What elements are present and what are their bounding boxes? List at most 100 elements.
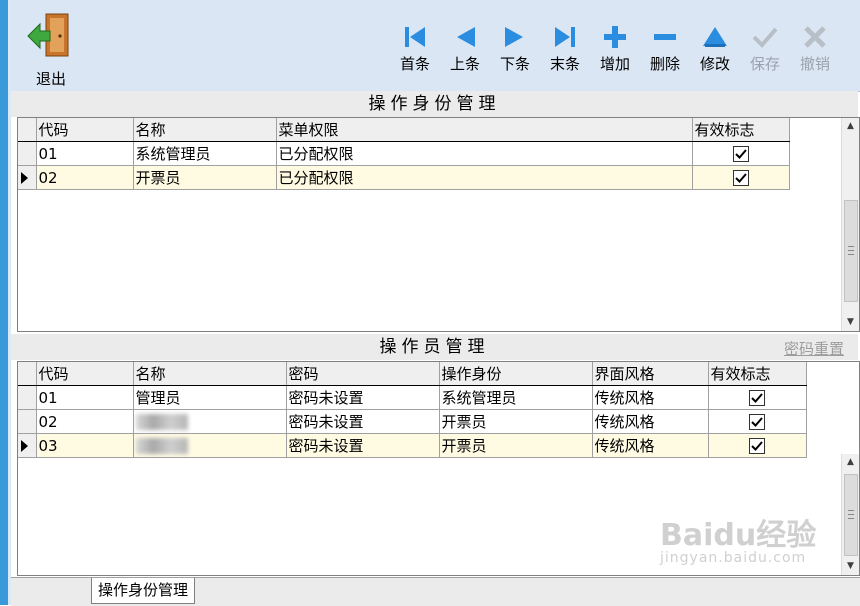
watermark-subtext: jingyan.baidu.com <box>660 550 807 566</box>
tab-role-management[interactable]: 操作身份管理 <box>91 578 196 604</box>
redacted-name <box>135 414 188 430</box>
next-record-icon <box>491 24 539 50</box>
col-header-role[interactable]: 操作身份 <box>439 362 593 386</box>
cell-ui-style[interactable]: 传统风格 <box>592 433 709 458</box>
operators-panel-title: 操作员管理 <box>11 334 858 360</box>
valid-checkbox-cell <box>708 409 807 434</box>
checkmark-icon <box>734 173 747 183</box>
cell-password[interactable]: 密码未设置 <box>286 385 440 410</box>
table-row[interactable]: 03 密码未设置 开票员 传统风格 <box>18 433 807 458</box>
table-row[interactable]: 01 系统管理员 已分配权限 <box>18 141 790 166</box>
cell-name[interactable]: 系统管理员 <box>133 141 277 166</box>
exit-button[interactable]: 退出 <box>26 12 76 89</box>
app-window: 退出 首条 上条 下条 末条 增加 删除 修改 保存 撤销 操作身份管理 代码 名称 菜单权限 … <box>0 0 860 606</box>
col-header-password[interactable]: 密码 <box>286 362 440 386</box>
scroll-up-icon[interactable]: ▲ <box>842 454 859 471</box>
valid-checkbox[interactable] <box>732 146 749 162</box>
table-row[interactable]: 02 密码未设置 开票员 传统风格 <box>18 409 807 434</box>
cell-ui-style[interactable]: 传统风格 <box>592 385 709 410</box>
current-row-arrow-icon <box>21 172 28 184</box>
valid-checkbox-cell <box>708 385 807 410</box>
add-button[interactable]: 增加 <box>591 24 639 74</box>
add-icon <box>591 24 639 50</box>
cell-permissions[interactable]: 已分配权限 <box>276 141 693 166</box>
col-header-code[interactable]: 代码 <box>36 362 134 386</box>
scroll-down-icon[interactable]: ▼ <box>842 314 859 331</box>
table-row[interactable]: 02 开票员 已分配权限 <box>18 165 790 190</box>
undo-button[interactable]: 撤销 <box>791 24 839 74</box>
baidu-watermark: Baidu经验 jingyan.baidu.com <box>660 510 816 566</box>
password-reset-link[interactable]: 密码重置 <box>784 338 844 359</box>
valid-checkbox[interactable] <box>732 170 749 186</box>
scroll-thumb[interactable] <box>844 200 858 302</box>
cell-role[interactable]: 开票员 <box>439 433 593 458</box>
valid-checkbox[interactable] <box>749 414 765 430</box>
edit-button[interactable]: 修改 <box>691 24 739 74</box>
checkmark-icon <box>751 393 763 403</box>
valid-checkbox[interactable] <box>749 390 765 406</box>
row-indicator-header <box>18 362 37 386</box>
cell-role[interactable]: 系统管理员 <box>439 385 593 410</box>
bottom-tab-bar: 操作身份管理 <box>11 577 860 606</box>
current-row-arrow-icon <box>21 440 28 452</box>
cell-name[interactable] <box>133 409 287 434</box>
operators-vertical-scrollbar[interactable]: ▲ ▼ <box>841 454 859 575</box>
cell-role[interactable]: 开票员 <box>439 409 593 434</box>
delete-button[interactable]: 删除 <box>641 24 689 74</box>
exit-door-icon <box>27 13 69 57</box>
toolbar-button-label: 上条 <box>449 55 480 73</box>
toolbar-button-label: 删除 <box>649 55 680 73</box>
cell-code[interactable]: 03 <box>36 433 134 458</box>
col-header-name[interactable]: 名称 <box>133 362 287 386</box>
cell-permissions[interactable]: 已分配权限 <box>276 165 693 190</box>
roles-header-row: 代码 名称 菜单权限 有效标志 <box>18 118 790 142</box>
scroll-thumb[interactable] <box>844 474 858 556</box>
toolbar-button-label: 修改 <box>699 55 730 73</box>
prev-record-icon <box>441 24 489 50</box>
last-record-icon <box>541 24 589 50</box>
row-indicator[interactable] <box>18 409 37 434</box>
first-record-icon <box>391 24 439 50</box>
cell-code[interactable]: 01 <box>36 385 134 410</box>
col-header-valid[interactable]: 有效标志 <box>692 118 790 142</box>
first-record-button[interactable]: 首条 <box>391 24 439 74</box>
prev-record-button[interactable]: 上条 <box>441 24 489 74</box>
cell-code[interactable]: 01 <box>36 141 134 166</box>
save-button[interactable]: 保存 <box>741 24 789 74</box>
toolbar: 退出 首条 上条 下条 末条 增加 删除 修改 保存 撤销 <box>11 0 860 92</box>
cell-code[interactable]: 02 <box>36 409 134 434</box>
cell-name[interactable] <box>133 433 287 458</box>
toolbar-button-label: 撤销 <box>799 55 830 73</box>
cell-password[interactable]: 密码未设置 <box>286 433 440 458</box>
row-indicator[interactable] <box>18 385 37 410</box>
col-header-code[interactable]: 代码 <box>36 118 134 142</box>
cell-ui-style[interactable]: 传统风格 <box>592 409 709 434</box>
roles-grid[interactable]: 代码 名称 菜单权限 有效标志 01 系统管理员 已分配权限 02 开票员 已分配权限 ▲… <box>17 117 860 332</box>
exit-label: 退出 <box>35 70 66 88</box>
row-indicator[interactable] <box>18 165 37 190</box>
toolbar-button-label: 末条 <box>549 55 580 73</box>
valid-checkbox[interactable] <box>749 438 765 454</box>
col-header-ui-style[interactable]: 界面风格 <box>592 362 709 386</box>
checkmark-icon <box>734 149 747 159</box>
cell-password[interactable]: 密码未设置 <box>286 409 440 434</box>
scroll-up-icon[interactable]: ▲ <box>842 118 859 135</box>
roles-vertical-scrollbar[interactable]: ▲ ▼ <box>841 118 859 331</box>
table-row[interactable]: 01 管理员 密码未设置 系统管理员 传统风格 <box>18 385 807 410</box>
cell-name[interactable]: 管理员 <box>133 385 287 410</box>
col-header-valid[interactable]: 有效标志 <box>708 362 807 386</box>
edit-icon <box>691 24 739 50</box>
checkmark-icon <box>751 441 763 451</box>
cell-name[interactable]: 开票员 <box>133 165 277 190</box>
toolbar-button-label: 增加 <box>599 55 630 73</box>
next-record-button[interactable]: 下条 <box>491 24 539 74</box>
last-record-button[interactable]: 末条 <box>541 24 589 74</box>
row-indicator[interactable] <box>18 433 37 458</box>
cell-code[interactable]: 02 <box>36 165 134 190</box>
row-indicator-header <box>18 118 37 142</box>
operators-header-row: 代码 名称 密码 操作身份 界面风格 有效标志 <box>18 362 807 386</box>
scroll-down-icon[interactable]: ▼ <box>842 558 859 575</box>
col-header-permissions[interactable]: 菜单权限 <box>276 118 693 142</box>
col-header-name[interactable]: 名称 <box>133 118 277 142</box>
row-indicator[interactable] <box>18 141 37 166</box>
